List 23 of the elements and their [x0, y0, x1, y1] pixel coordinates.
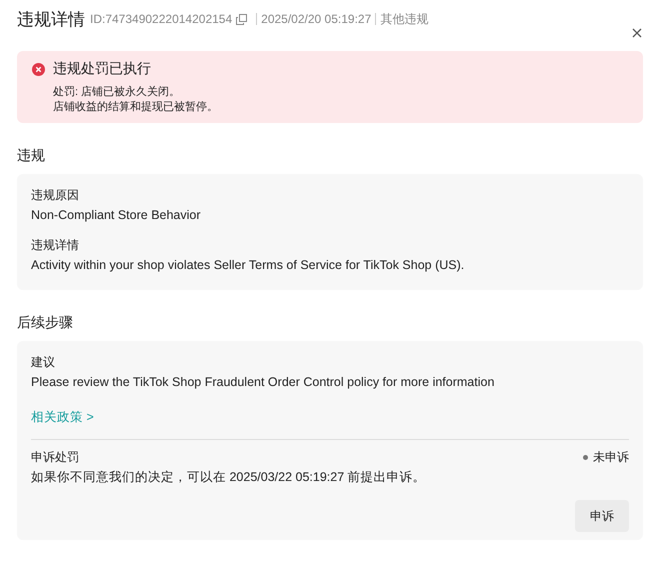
section-heading: 后续步骤: [17, 314, 74, 332]
dialog-title: 违规详情: [17, 8, 85, 30]
field-label: 建议: [31, 354, 56, 371]
error-icon: [32, 62, 45, 76]
violation-date: 2025/02/20 05:19:27: [261, 12, 372, 26]
field-value: Activity within your shop violates Seller Terms of Service for TikTok Shop (US).: [31, 257, 466, 274]
section-heading: 违规: [17, 147, 46, 165]
alert-text: 店铺收益的结算和提现已被暂停。: [53, 100, 219, 115]
appeal-button[interactable]: 申诉: [575, 500, 629, 532]
violation-id: ID:7473490222014202154: [90, 12, 232, 26]
field-label: 违规详情: [31, 237, 80, 254]
alert-title: 违规处罚已执行: [53, 60, 151, 78]
close-icon[interactable]: [632, 28, 642, 38]
violation-category: 其他违规: [380, 10, 428, 28]
status-dot-icon: [583, 454, 588, 460]
appeal-status: 未申诉: [593, 448, 629, 466]
field-label: 违规原因: [31, 187, 80, 204]
appeal-text: 如果你不同意我们的决定，可以在 2025/03/22 05:19:27 前提出申诉。: [31, 469, 427, 486]
copy-icon[interactable]: [236, 14, 248, 24]
field-value: Non-Compliant Store Behavior: [31, 207, 202, 224]
field-value: Please review the TikTok Shop Fraudulent Order Control policy for more information: [31, 374, 496, 391]
alert-text: 处罚: 店铺已被永久关闭。: [53, 85, 182, 100]
field-label: 申诉处罚: [31, 449, 79, 466]
